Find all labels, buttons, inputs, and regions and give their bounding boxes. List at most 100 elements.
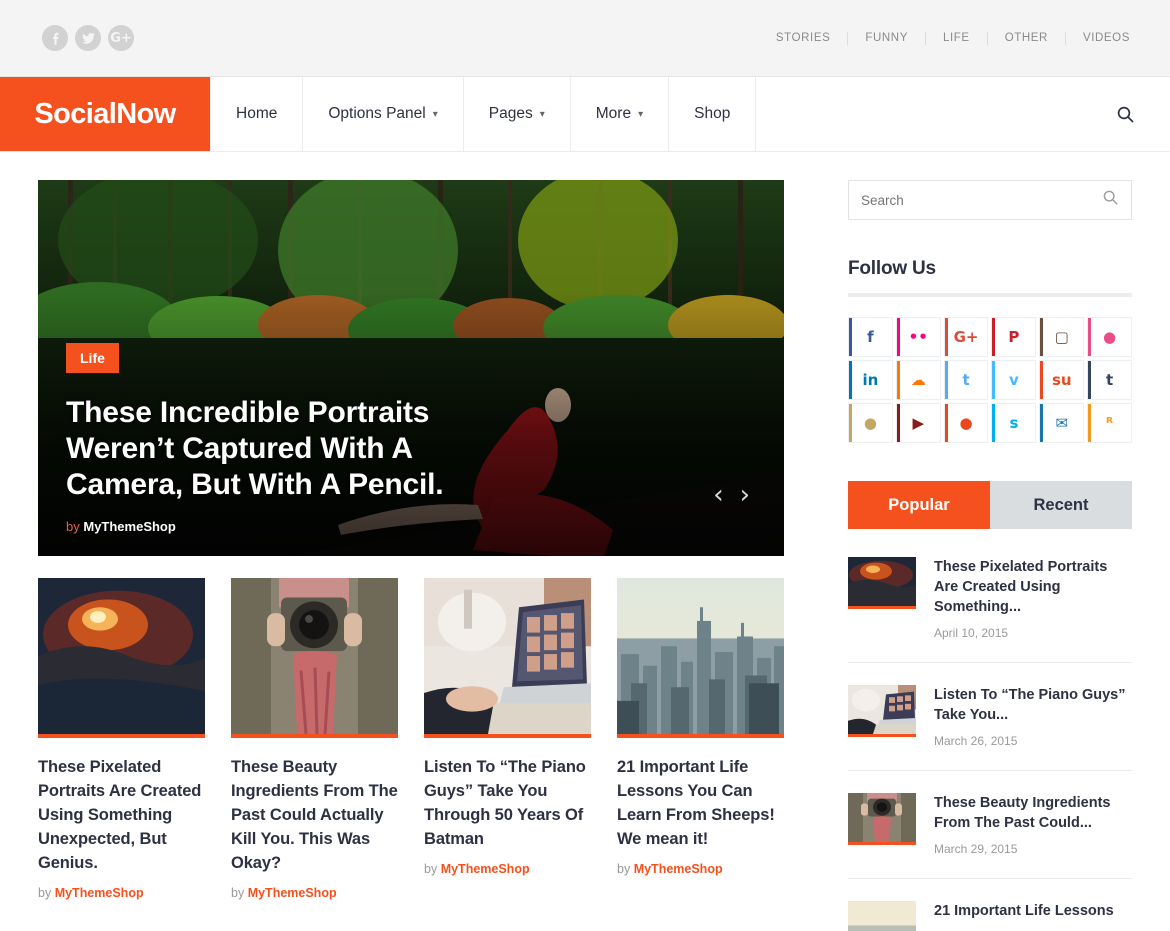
sidebar-search[interactable]: [848, 180, 1132, 220]
twitter-icon[interactable]: [75, 25, 101, 51]
post-byline: by MyThemeShop: [617, 862, 784, 876]
pinterest-icon[interactable]: P: [991, 317, 1037, 357]
post-thumbnail[interactable]: [848, 793, 916, 845]
post-byline: by MyThemeShop: [231, 886, 398, 900]
twitter-icon[interactable]: t: [943, 360, 989, 400]
site-logo[interactable]: SocialNow: [0, 77, 210, 151]
tab-recent[interactable]: Recent: [990, 481, 1132, 529]
facebook-icon[interactable]: [42, 25, 68, 51]
hero-category-badge[interactable]: Life: [66, 343, 119, 373]
list-item[interactable]: 21 Important Life Lessons: [848, 879, 1132, 931]
post-title[interactable]: These Pixelated Portraits Are Created Us…: [934, 557, 1132, 617]
post-title[interactable]: Listen To “The Piano Guys” Take You Thro…: [424, 755, 591, 851]
icon-glyph: v: [1009, 371, 1019, 389]
post-by-prefix: by: [38, 886, 52, 900]
hero-title[interactable]: These Incredible Portraits Weren’t Captu…: [66, 395, 496, 503]
post-thumbnail[interactable]: [848, 901, 916, 931]
post-thumbnail[interactable]: [424, 578, 591, 738]
youtube-icon[interactable]: ▶: [895, 403, 941, 443]
list-item[interactable]: Listen To “The Piano Guys” Take You... M…: [848, 663, 1132, 771]
hero-author[interactable]: MyThemeShop: [83, 519, 175, 534]
post-thumbnail[interactable]: [38, 578, 205, 738]
chevron-down-icon: ▾: [432, 108, 438, 120]
list-item[interactable]: These Pixelated Portraits Are Created Us…: [848, 535, 1132, 663]
nav-item-pages[interactable]: Pages ▾: [464, 77, 571, 151]
post-title[interactable]: 21 Important Life Lessons: [934, 901, 1132, 921]
github-icon[interactable]: ●: [848, 403, 893, 443]
nav-label: Home: [236, 105, 278, 122]
slider-next-icon[interactable]: ›: [740, 482, 750, 508]
facebook-icon[interactable]: f: [848, 317, 893, 357]
heading-divider: [848, 293, 1132, 297]
topbar-nav-stories[interactable]: STORIES: [759, 31, 849, 45]
search-input[interactable]: [849, 192, 1103, 208]
nav-label: Options Panel: [328, 105, 426, 122]
post-card[interactable]: These Pixelated Portraits Are Created Us…: [38, 578, 205, 900]
post-by-prefix: by: [231, 886, 245, 900]
post-thumbnail[interactable]: [848, 557, 916, 609]
hero-caption: Life These Incredible Portraits Weren’t …: [66, 343, 756, 534]
hero-byline: by MyThemeShop: [66, 519, 756, 534]
post-title[interactable]: These Beauty Ingredients From The Past C…: [934, 793, 1132, 833]
nav-label: Shop: [694, 105, 731, 122]
post-card-grid: These Pixelated Portraits Are Created Us…: [38, 578, 786, 900]
post-author[interactable]: MyThemeShop: [248, 886, 337, 900]
topbar-nav-funny[interactable]: FUNNY: [848, 31, 926, 45]
post-author[interactable]: MyThemeShop: [55, 886, 144, 900]
list-item[interactable]: These Beauty Ingredients From The Past C…: [848, 771, 1132, 879]
post-text: 21 Important Life Lessons: [934, 901, 1132, 931]
topbar-nav: STORIES FUNNY LIFE OTHER VIDEOS: [759, 31, 1130, 45]
post-byline: by MyThemeShop: [424, 862, 591, 876]
flickr-icon[interactable]: ••: [895, 317, 941, 357]
topbar-nav-videos[interactable]: VIDEOS: [1066, 32, 1130, 45]
vimeo-icon[interactable]: v: [991, 360, 1037, 400]
post-card[interactable]: 21 Important Life Lessons You Can Learn …: [617, 578, 784, 900]
post-by-prefix: by: [617, 862, 631, 876]
post-thumbnail[interactable]: [848, 685, 916, 737]
linkedin-icon[interactable]: in: [848, 360, 893, 400]
nav-item-more[interactable]: More ▾: [571, 77, 670, 151]
nav-item-shop[interactable]: Shop: [669, 77, 757, 151]
nav-item-home[interactable]: Home: [210, 77, 304, 151]
topbar-nav-other[interactable]: OTHER: [988, 31, 1066, 45]
soundcloud-icon[interactable]: ☁: [895, 360, 941, 400]
hero-slider[interactable]: Life These Incredible Portraits Weren’t …: [38, 180, 784, 556]
slider-prev-icon[interactable]: ‹: [713, 482, 723, 508]
search-icon[interactable]: [1103, 190, 1131, 210]
stumbleupon-icon[interactable]: su: [1039, 360, 1085, 400]
google-plus-icon[interactable]: G+: [943, 317, 989, 357]
icon-glyph: ●: [959, 414, 973, 432]
post-thumbnail[interactable]: [231, 578, 398, 738]
post-card[interactable]: Listen To “The Piano Guys” Take You Thro…: [424, 578, 591, 900]
icon-glyph: ᴿ: [1105, 414, 1114, 432]
post-thumbnail[interactable]: [617, 578, 784, 738]
instagram-icon[interactable]: ▢: [1039, 317, 1085, 357]
topbar-nav-life[interactable]: LIFE: [926, 31, 988, 45]
reddit-icon[interactable]: ●: [943, 403, 989, 443]
post-text: These Pixelated Portraits Are Created Us…: [934, 557, 1132, 640]
post-card[interactable]: These Beauty Ingredients From The Past C…: [231, 578, 398, 900]
tab-popular[interactable]: Popular: [848, 481, 990, 529]
post-title[interactable]: These Beauty Ingredients From The Past C…: [231, 755, 398, 875]
header-search-toggle[interactable]: [1117, 77, 1170, 151]
post-title[interactable]: Listen To “The Piano Guys” Take You...: [934, 685, 1132, 725]
icon-glyph: in: [862, 371, 879, 389]
sidebar: Follow Us f •• G+ P ▢ ● in ☁ t v su t ● …: [848, 152, 1132, 931]
hero-slider-arrows: ‹ ›: [713, 482, 750, 508]
rss-icon[interactable]: ᴿ: [1087, 403, 1132, 443]
skype-icon[interactable]: s: [991, 403, 1037, 443]
email-icon[interactable]: ✉: [1039, 403, 1085, 443]
post-title[interactable]: 21 Important Life Lessons You Can Learn …: [617, 755, 784, 851]
tumblr-icon[interactable]: t: [1087, 360, 1132, 400]
post-date: March 26, 2015: [934, 734, 1018, 748]
icon-glyph: ✉: [1055, 414, 1069, 432]
google-plus-icon[interactable]: G+: [108, 25, 134, 51]
post-title[interactable]: These Pixelated Portraits Are Created Us…: [38, 755, 205, 875]
dribbble-icon[interactable]: ●: [1087, 317, 1132, 357]
post-text: Listen To “The Piano Guys” Take You... M…: [934, 685, 1132, 748]
nav-item-options-panel[interactable]: Options Panel ▾: [303, 77, 464, 151]
main-content: Life These Incredible Portraits Weren’t …: [38, 152, 786, 931]
post-author[interactable]: MyThemeShop: [634, 862, 723, 876]
icon-glyph: G+: [953, 328, 979, 346]
post-author[interactable]: MyThemeShop: [441, 862, 530, 876]
